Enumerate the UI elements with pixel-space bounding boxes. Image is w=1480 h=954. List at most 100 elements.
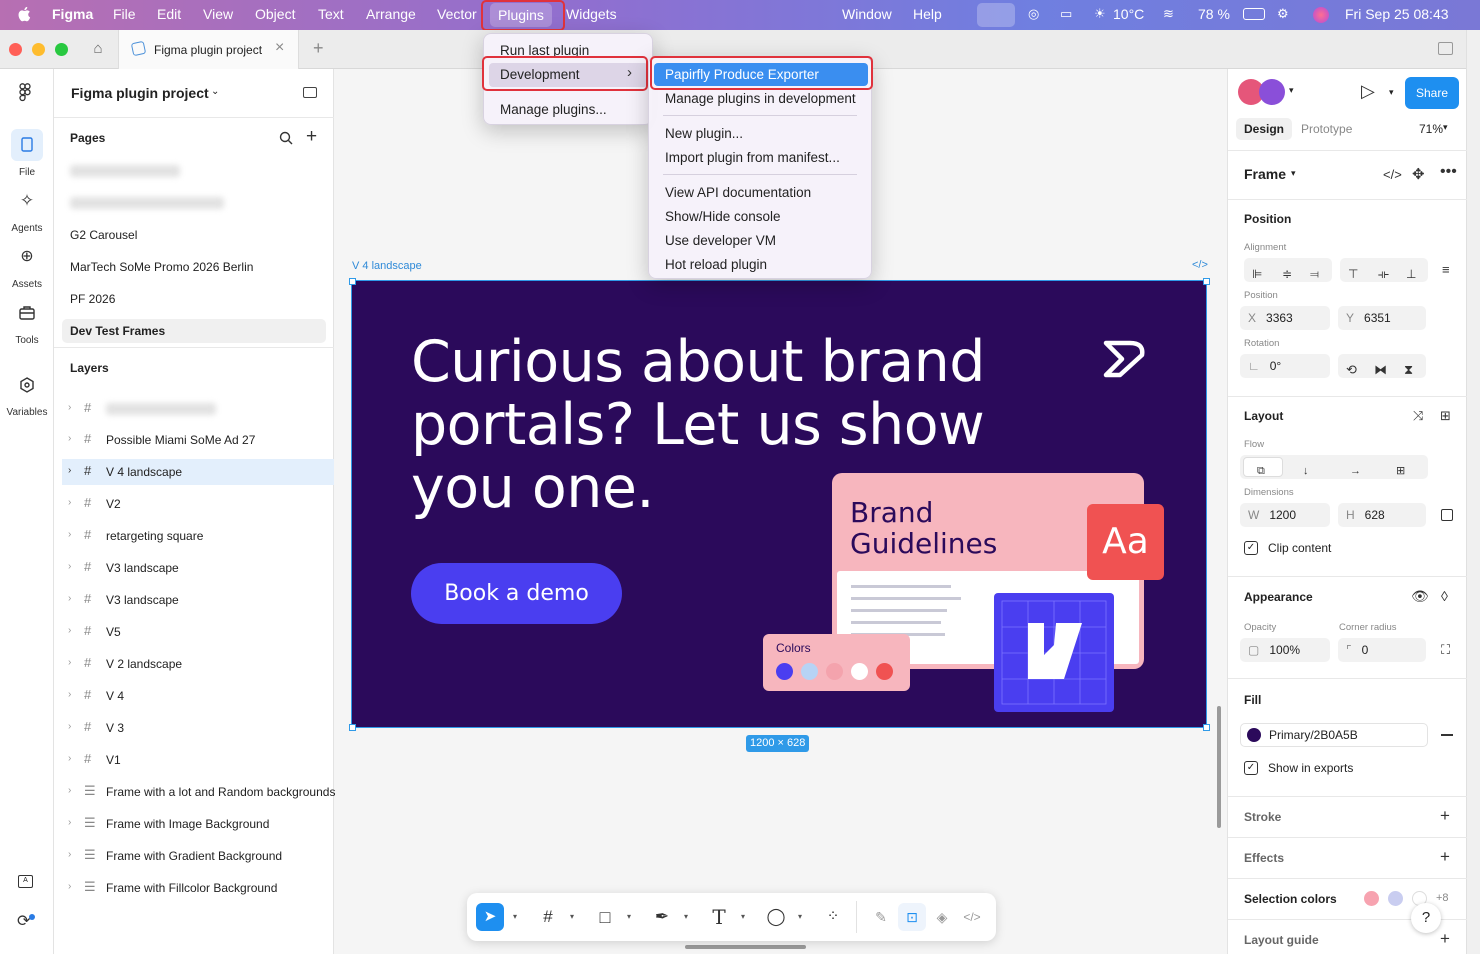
- expand-icon[interactable]: ›: [68, 529, 71, 540]
- menu-item-hot-reload-plugin[interactable]: Hot reload plugin: [665, 257, 767, 272]
- frame-label[interactable]: V 4 landscape: [352, 260, 422, 272]
- expand-icon[interactable]: ›: [68, 753, 71, 764]
- sync-icon[interactable]: ⟳: [17, 911, 30, 931]
- resize-handle[interactable]: [1203, 724, 1210, 731]
- rail-tools[interactable]: Tools: [0, 297, 54, 346]
- add-page-icon[interactable]: +: [306, 126, 317, 148]
- align-left-icon[interactable]: ⊫: [1252, 262, 1262, 286]
- menu-arrange[interactable]: Arrange: [366, 6, 416, 22]
- fill-style-field[interactable]: Primary/2B0A5B: [1240, 723, 1428, 747]
- layer-row[interactable]: › # Possible Miami SoMe Ad 27: [62, 427, 334, 453]
- actions-icon[interactable]: ⁘: [819, 903, 847, 931]
- opacity-field[interactable]: ▢ 100%: [1240, 638, 1330, 662]
- distribute-icon[interactable]: ≡: [1442, 262, 1450, 277]
- component-icon[interactable]: ✥: [1412, 165, 1425, 183]
- menu-window[interactable]: Window: [842, 6, 892, 22]
- project-name[interactable]: Figma plugin project: [71, 85, 209, 101]
- layer-row[interactable]: › # V2: [62, 491, 334, 517]
- layer-row[interactable]: › # V1: [62, 747, 334, 773]
- pen-chevron-down-icon[interactable]: ▾: [684, 912, 688, 921]
- tab-prototype[interactable]: Prototype: [1301, 122, 1352, 136]
- layer-row[interactable]: › # V3 landscape: [62, 587, 334, 613]
- ai-text-icon[interactable]: A: [18, 875, 33, 888]
- frame-title[interactable]: Frame: [1244, 166, 1286, 182]
- status-icon-1[interactable]: ◎: [1028, 6, 1039, 22]
- freeform-icon[interactable]: ⧉: [1257, 459, 1265, 483]
- resize-to-fit-icon[interactable]: [1441, 509, 1453, 521]
- resize-handle[interactable]: [349, 724, 356, 731]
- expand-icon[interactable]: ›: [68, 817, 71, 828]
- rail-assets[interactable]: ⊕ Assets: [0, 241, 54, 290]
- window-minimize-button[interactable]: [32, 43, 45, 56]
- expand-icon[interactable]: ›: [68, 785, 71, 796]
- layer-row[interactable]: › # retargeting square: [62, 523, 334, 549]
- align-top-icon[interactable]: ⊤: [1348, 262, 1358, 286]
- horizontal-scrollbar[interactable]: [685, 945, 806, 949]
- menu-text[interactable]: Text: [318, 6, 344, 22]
- control-center-icon[interactable]: ⚙: [1277, 6, 1289, 22]
- present-play-icon[interactable]: ▷: [1361, 81, 1375, 102]
- resize-handle[interactable]: [349, 278, 356, 285]
- expand-icon[interactable]: ›: [68, 721, 71, 732]
- flip-horizontal-icon[interactable]: ⧓: [1374, 358, 1387, 382]
- align-middle-icon[interactable]: ⟛: [1378, 262, 1389, 286]
- expand-icon[interactable]: ›: [68, 849, 71, 860]
- pen-tool-icon[interactable]: ✒: [648, 903, 676, 931]
- weather-text[interactable]: 10°C: [1113, 6, 1144, 22]
- frame-tool-icon[interactable]: #: [534, 903, 562, 931]
- tab-design[interactable]: Design: [1236, 118, 1293, 140]
- menu-widgets[interactable]: Widgets: [566, 6, 617, 22]
- figma-logo-icon[interactable]: [17, 83, 33, 103]
- menu-item-new-plugin[interactable]: New plugin...: [665, 126, 743, 141]
- apple-logo-icon[interactable]: [16, 5, 34, 23]
- rail-agents[interactable]: ✧ Agents: [0, 185, 54, 234]
- fill-color-swatch[interactable]: [1247, 728, 1261, 742]
- window-zoom-button[interactable]: [55, 43, 68, 56]
- layer-row[interactable]: › ☰ Frame with a lot and Random background…: [62, 779, 335, 805]
- status-icon-2[interactable]: ▭: [1060, 6, 1072, 22]
- remove-fill-icon[interactable]: [1441, 734, 1453, 736]
- text-tool-icon[interactable]: T: [705, 903, 733, 931]
- rail-file[interactable]: File: [0, 129, 54, 178]
- close-tab-icon[interactable]: ×: [275, 39, 284, 57]
- avatar[interactable]: [1259, 79, 1285, 105]
- tab-figma-plugin-project[interactable]: Figma plugin project ×: [118, 30, 299, 69]
- menu-help[interactable]: Help: [913, 6, 942, 22]
- selection-color-swatch[interactable]: [1388, 891, 1403, 906]
- comment-chevron-down-icon[interactable]: ▾: [798, 912, 802, 921]
- page-item-blurred-2[interactable]: [70, 197, 224, 209]
- zoom-level[interactable]: 71%: [1419, 122, 1443, 136]
- expand-icon[interactable]: ›: [68, 465, 71, 476]
- expand-icon[interactable]: ›: [68, 881, 71, 892]
- wifi-icon[interactable]: ≋: [1163, 6, 1174, 22]
- sidebar-toggle-icon[interactable]: [1438, 42, 1453, 55]
- rectangle-tool-icon[interactable]: □: [591, 903, 619, 931]
- rotate-icon[interactable]: ⟲: [1346, 358, 1357, 382]
- layer-row-selected[interactable]: › # V 4 landscape: [62, 459, 334, 485]
- help-button[interactable]: ?: [1411, 903, 1441, 933]
- page-item-martech[interactable]: MarTech SoMe Promo 2026 Berlin: [70, 260, 253, 274]
- menu-view[interactable]: View: [203, 6, 233, 22]
- menu-item-use-developer-vm[interactable]: Use developer VM: [665, 233, 776, 248]
- eye-icon[interactable]: 👁: [1411, 588, 1429, 605]
- horizontal-flow-icon[interactable]: →: [1350, 459, 1361, 483]
- collapse-icon[interactable]: ⤨: [1413, 408, 1423, 424]
- align-center-h-icon[interactable]: ≑: [1282, 262, 1292, 286]
- expand-icon[interactable]: ›: [68, 689, 71, 700]
- datetime-text[interactable]: Fri Sep 25 08:43: [1345, 6, 1449, 22]
- blend-mode-icon[interactable]: ◊: [1441, 588, 1448, 604]
- draw-mode-icon[interactable]: ✎: [867, 903, 895, 931]
- height-field[interactable]: H 628: [1338, 503, 1426, 527]
- share-button[interactable]: Share: [1405, 77, 1459, 109]
- corner-radius-field[interactable]: ⌜ 0: [1338, 638, 1426, 662]
- selection-color-swatch[interactable]: [1364, 891, 1379, 906]
- app-name-menu[interactable]: Figma: [52, 6, 93, 22]
- expand-icon[interactable]: ›: [68, 402, 71, 413]
- page-item-blurred-1[interactable]: [70, 165, 180, 177]
- layer-row[interactable]: › # V3 landscape: [62, 555, 334, 581]
- clip-content-checkbox[interactable]: ✓: [1244, 541, 1258, 555]
- frame-chevron-down-icon[interactable]: ▾: [570, 912, 574, 921]
- layer-row[interactable]: › ☰ Frame with Image Background: [62, 811, 334, 837]
- show-in-exports-checkbox[interactable]: ✓: [1244, 761, 1258, 775]
- siri-icon[interactable]: [1313, 7, 1329, 23]
